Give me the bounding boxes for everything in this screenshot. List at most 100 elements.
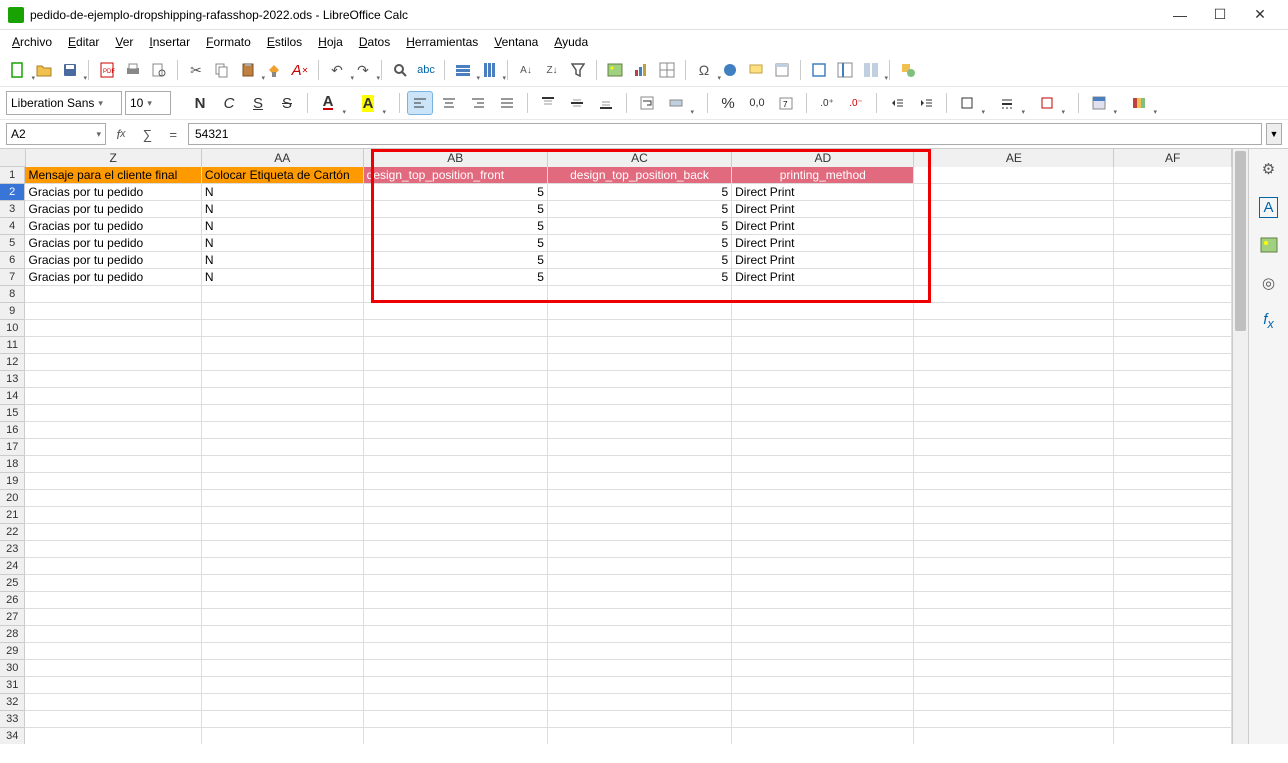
menu-editar[interactable]: Editar: [60, 32, 107, 52]
italic-button[interactable]: C: [216, 91, 242, 115]
cell[interactable]: [914, 167, 1114, 184]
cell[interactable]: [732, 592, 914, 609]
row-header[interactable]: 22: [0, 524, 25, 541]
cell[interactable]: [1114, 456, 1232, 473]
cell[interactable]: [1114, 728, 1232, 744]
cell[interactable]: [1114, 575, 1232, 592]
cell[interactable]: [914, 388, 1114, 405]
cell[interactable]: [914, 439, 1114, 456]
menu-estilos[interactable]: Estilos: [259, 32, 310, 52]
cell[interactable]: [548, 456, 732, 473]
row-header[interactable]: 3: [0, 201, 25, 218]
cell[interactable]: [202, 354, 364, 371]
save-button[interactable]: [58, 58, 82, 82]
open-button[interactable]: [32, 58, 56, 82]
cell[interactable]: [202, 541, 364, 558]
cell[interactable]: [1114, 541, 1232, 558]
cell[interactable]: [1114, 269, 1232, 286]
menu-datos[interactable]: Datos: [351, 32, 398, 52]
col-header-AF[interactable]: AF: [1114, 149, 1232, 167]
cell[interactable]: [364, 286, 548, 303]
cell[interactable]: [914, 269, 1114, 286]
cell[interactable]: [202, 643, 364, 660]
cell[interactable]: [732, 575, 914, 592]
date-fmt-button[interactable]: 7: [773, 91, 799, 115]
cell[interactable]: N: [202, 235, 364, 252]
cell[interactable]: [1114, 388, 1232, 405]
cell[interactable]: printing_method: [732, 167, 914, 184]
row-header[interactable]: 30: [0, 660, 25, 677]
cell[interactable]: [202, 524, 364, 541]
cell[interactable]: [1114, 337, 1232, 354]
cell[interactable]: [548, 320, 732, 337]
align-justify-button[interactable]: [494, 91, 520, 115]
cell[interactable]: [1114, 439, 1232, 456]
maximize-button[interactable]: ☐: [1200, 1, 1240, 29]
print-button[interactable]: [121, 58, 145, 82]
valign-bottom-button[interactable]: [593, 91, 619, 115]
cell[interactable]: [732, 694, 914, 711]
cell[interactable]: design_top_position_back: [548, 167, 732, 184]
cell[interactable]: [548, 728, 732, 744]
sidebar-properties-button[interactable]: ⚙: [1255, 155, 1283, 183]
cell[interactable]: [548, 660, 732, 677]
cell[interactable]: [732, 473, 914, 490]
cell[interactable]: [732, 490, 914, 507]
cell[interactable]: [914, 592, 1114, 609]
cell[interactable]: [548, 524, 732, 541]
cell[interactable]: [1114, 252, 1232, 269]
cell[interactable]: 5: [548, 201, 732, 218]
cell[interactable]: Direct Print: [732, 252, 914, 269]
shapes-button[interactable]: [896, 58, 920, 82]
cell[interactable]: [732, 422, 914, 439]
row-header[interactable]: 14: [0, 388, 25, 405]
function-wizard-button[interactable]: fx: [110, 123, 132, 145]
cell[interactable]: [548, 303, 732, 320]
row-header[interactable]: 26: [0, 592, 25, 609]
copy-button[interactable]: [210, 58, 234, 82]
cell[interactable]: [25, 609, 201, 626]
row-header[interactable]: 8: [0, 286, 25, 303]
cell[interactable]: 5: [364, 218, 548, 235]
cell[interactable]: [202, 592, 364, 609]
cell[interactable]: [364, 592, 548, 609]
cell[interactable]: [732, 643, 914, 660]
cell[interactable]: [202, 473, 364, 490]
cell[interactable]: Direct Print: [732, 235, 914, 252]
cell[interactable]: [25, 473, 201, 490]
cell[interactable]: [202, 677, 364, 694]
cell[interactable]: [914, 677, 1114, 694]
cell[interactable]: [548, 422, 732, 439]
cell[interactable]: [364, 660, 548, 677]
cell[interactable]: [25, 303, 201, 320]
cell[interactable]: [914, 303, 1114, 320]
sidebar-styles-button[interactable]: A: [1255, 193, 1283, 221]
new-doc-button[interactable]: [6, 58, 30, 82]
cell[interactable]: [364, 405, 548, 422]
cell[interactable]: [25, 592, 201, 609]
cell[interactable]: [25, 354, 201, 371]
cell[interactable]: [548, 626, 732, 643]
chart-button[interactable]: [629, 58, 653, 82]
cell[interactable]: Gracias por tu pedido: [25, 218, 201, 235]
cell[interactable]: [25, 507, 201, 524]
cell[interactable]: 5: [364, 201, 548, 218]
cell[interactable]: [914, 184, 1114, 201]
cell[interactable]: [25, 626, 201, 643]
cell[interactable]: [202, 286, 364, 303]
cell[interactable]: [1114, 677, 1232, 694]
cell[interactable]: Direct Print: [732, 201, 914, 218]
row-header[interactable]: 21: [0, 507, 25, 524]
cell[interactable]: [914, 201, 1114, 218]
hyperlink-button[interactable]: [718, 58, 742, 82]
cell[interactable]: [914, 218, 1114, 235]
cell[interactable]: [25, 456, 201, 473]
cell[interactable]: N: [202, 252, 364, 269]
cell[interactable]: [914, 541, 1114, 558]
autoformat-button[interactable]: [1086, 91, 1112, 115]
cell[interactable]: [1114, 626, 1232, 643]
cell[interactable]: [732, 337, 914, 354]
cell[interactable]: [914, 405, 1114, 422]
row-header[interactable]: 25: [0, 575, 25, 592]
cond-format-button[interactable]: [1126, 91, 1152, 115]
